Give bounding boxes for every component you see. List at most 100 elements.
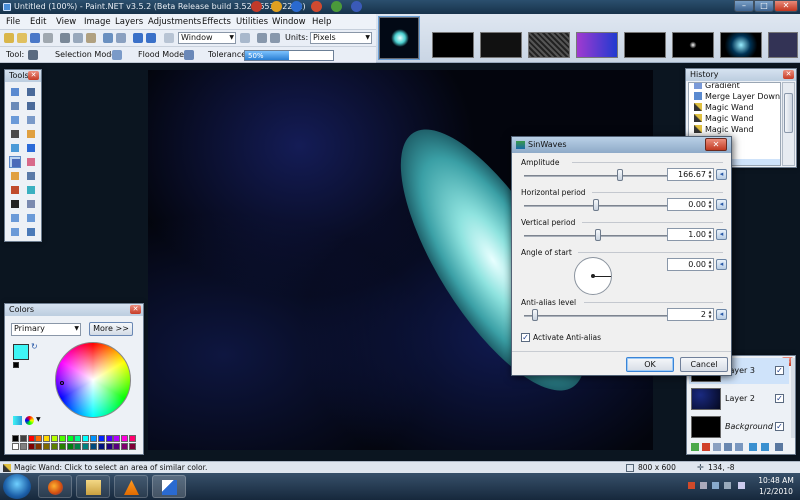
menu-view[interactable]: View [56, 17, 76, 27]
image-thumbnail[interactable] [480, 32, 522, 58]
horizontal-period-slider-thumb[interactable] [592, 199, 599, 211]
tool-gradient[interactable] [25, 142, 37, 154]
tool-pencil[interactable] [9, 170, 21, 182]
horizontal-period-input[interactable]: 0.00 ▲ ▼ [667, 198, 714, 211]
amplitude-input[interactable]: 166.67 ▲ ▼ [667, 168, 714, 181]
palette-swatch[interactable] [35, 435, 43, 442]
palette-swatch[interactable] [51, 435, 58, 442]
tool-freeform-shape[interactable] [25, 226, 37, 238]
history-item[interactable]: Magic Wand [693, 124, 780, 135]
tool-move-selection[interactable] [25, 86, 37, 98]
menu-help[interactable]: Help [312, 17, 331, 27]
history-item[interactable]: Merge Layer Down [693, 91, 780, 102]
spin-arrows-icon[interactable]: ▲ ▼ [707, 309, 713, 320]
active-image-thumbnail[interactable] [378, 16, 420, 60]
tool-pan[interactable] [25, 128, 37, 140]
palette-swatch[interactable] [90, 435, 97, 442]
tray-network-icon[interactable] [712, 482, 719, 489]
palette-swatch[interactable] [19, 443, 27, 450]
menu-layers[interactable]: Layers [115, 17, 143, 27]
redo-icon[interactable] [146, 33, 156, 43]
layers-scrollbar[interactable] [791, 358, 795, 438]
more-button[interactable]: More >> [89, 322, 133, 336]
add-layer-icon[interactable] [691, 443, 699, 451]
image-thumbnail[interactable] [576, 32, 618, 58]
palette-swatch[interactable] [35, 443, 43, 450]
grid-icon[interactable] [257, 33, 267, 43]
ruler-icon[interactable] [270, 33, 280, 43]
history-scrollbar[interactable] [782, 82, 795, 166]
start-button[interactable] [3, 474, 31, 499]
palette-swatch[interactable] [82, 443, 90, 450]
move-layer-down-icon[interactable] [761, 443, 769, 451]
palette-swatch[interactable] [97, 443, 105, 450]
zoom-icon[interactable] [164, 33, 174, 43]
tool-text[interactable] [9, 198, 21, 210]
tool-recolor[interactable] [25, 184, 37, 196]
palette-swatch[interactable] [43, 435, 51, 442]
print-icon[interactable] [43, 33, 53, 43]
amplitude-slider-thumb[interactable] [616, 169, 623, 181]
menu-file[interactable]: File [6, 17, 20, 27]
close-window-button[interactable]: ✕ [774, 0, 798, 12]
anti-alias-level-reset-button[interactable]: ◂ [716, 309, 727, 320]
vertical-period-input[interactable]: 1.00 ▲ ▼ [667, 228, 714, 241]
amplitude-reset-button[interactable]: ◂ [716, 169, 727, 180]
tool-color-picker[interactable] [25, 170, 37, 182]
layer-properties-icon[interactable] [735, 443, 743, 451]
palette-swatch[interactable] [105, 435, 113, 442]
palette-swatch[interactable] [121, 443, 129, 450]
palette-swatch[interactable] [43, 443, 51, 450]
palette-swatch[interactable] [90, 443, 97, 450]
magic-wand-icon[interactable] [28, 50, 38, 60]
merge-layer-icon[interactable] [724, 443, 732, 451]
palette-swatch[interactable] [66, 443, 74, 450]
angle-of-start-reset-button[interactable]: ◂ [716, 259, 727, 270]
cut-icon[interactable] [60, 33, 70, 43]
tool-ellipse-select[interactable] [9, 114, 21, 126]
antialias-checkbox[interactable]: ✓ [521, 333, 530, 342]
horizontal-period-reset-button[interactable]: ◂ [716, 199, 727, 210]
palette-swatch[interactable] [12, 435, 19, 442]
close-icon[interactable]: ✕ [28, 71, 39, 80]
menu-effects[interactable]: Effects [202, 17, 231, 27]
tool-ellipse[interactable] [9, 226, 21, 238]
tool-rectangle[interactable] [9, 212, 21, 224]
image-thumbnail[interactable] [720, 32, 762, 58]
zoom-options-icon[interactable] [240, 33, 250, 43]
palette-swatch[interactable] [129, 435, 136, 442]
palette-options-icon[interactable] [25, 416, 34, 425]
tray-battery-icon[interactable] [724, 482, 731, 489]
image-thumbnail[interactable] [528, 32, 570, 58]
color-wheel[interactable] [55, 342, 131, 418]
crop-icon[interactable] [103, 33, 113, 43]
history-item[interactable]: Gradient [693, 83, 780, 91]
palette-swatch[interactable] [66, 435, 74, 442]
menu-image[interactable]: Image [84, 17, 111, 27]
palette-swatch[interactable] [19, 435, 27, 442]
layer-visibility-checkbox[interactable]: ✓ [775, 394, 784, 403]
anti-alias-level-slider[interactable] [524, 315, 667, 317]
minimize-button[interactable]: – [734, 0, 754, 12]
menu-adjustments[interactable]: Adjustments [148, 17, 201, 27]
spin-arrows-icon[interactable]: ▲ ▼ [707, 229, 713, 240]
palette-swatch[interactable] [113, 443, 121, 450]
tool-clone-stamp[interactable] [9, 184, 21, 196]
palette-swatch[interactable] [113, 435, 121, 442]
tool-eraser[interactable] [25, 156, 37, 168]
anti-alias-level-input[interactable]: 2 ▲ ▼ [667, 308, 714, 321]
history-item[interactable]: Magic Wand [693, 113, 780, 124]
duplicate-layer-icon[interactable] [713, 443, 721, 451]
selection-mode-icon[interactable] [112, 50, 122, 60]
color-mode-combo[interactable]: Primary ▼ [11, 323, 81, 336]
image-thumbnail[interactable] [672, 32, 714, 58]
flood-mode-icon[interactable] [184, 50, 194, 60]
paste-icon[interactable] [86, 33, 96, 43]
tool-lasso-select[interactable] [9, 100, 21, 112]
tool-paintbrush[interactable] [9, 156, 21, 168]
open-icon[interactable] [17, 33, 27, 43]
palette-swatch[interactable] [74, 443, 82, 450]
save-icon[interactable] [30, 33, 40, 43]
spin-arrows-icon[interactable]: ▲ ▼ [707, 259, 713, 270]
palette-swatch[interactable] [121, 435, 129, 442]
